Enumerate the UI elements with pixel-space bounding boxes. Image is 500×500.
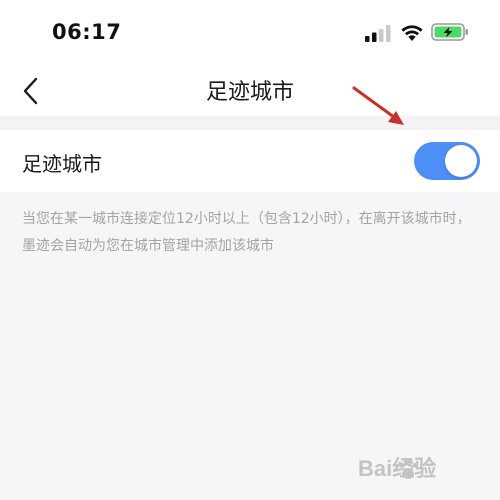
footprint-city-description: 当您在某一城市连接定位12小时以上（包含12小时），在离开该城市时，墨迹会自动为… (22, 211, 471, 254)
nav-bar: 足迹城市 (0, 64, 500, 116)
chevron-left-icon (23, 77, 38, 105)
cellular-signal-icon (365, 25, 391, 42)
footprint-city-row: 足迹城市 (0, 130, 500, 192)
status-time: 06:17 (52, 20, 122, 44)
back-button[interactable] (14, 74, 48, 108)
baidu-watermark: Bai经验 (358, 456, 436, 481)
page-title: 足迹城市 (205, 80, 294, 105)
watermark-text: Bai经验 (358, 456, 436, 481)
section-gap (0, 116, 500, 130)
footprint-city-label: 足迹城市 (22, 152, 102, 176)
wifi-icon (401, 25, 423, 41)
status-bar: 06:17 (0, 0, 500, 64)
red-arrow-icon (352, 86, 404, 125)
toggle-knob (445, 145, 477, 177)
footprint-city-toggle[interactable] (414, 142, 480, 180)
battery-charging-icon (431, 23, 468, 41)
